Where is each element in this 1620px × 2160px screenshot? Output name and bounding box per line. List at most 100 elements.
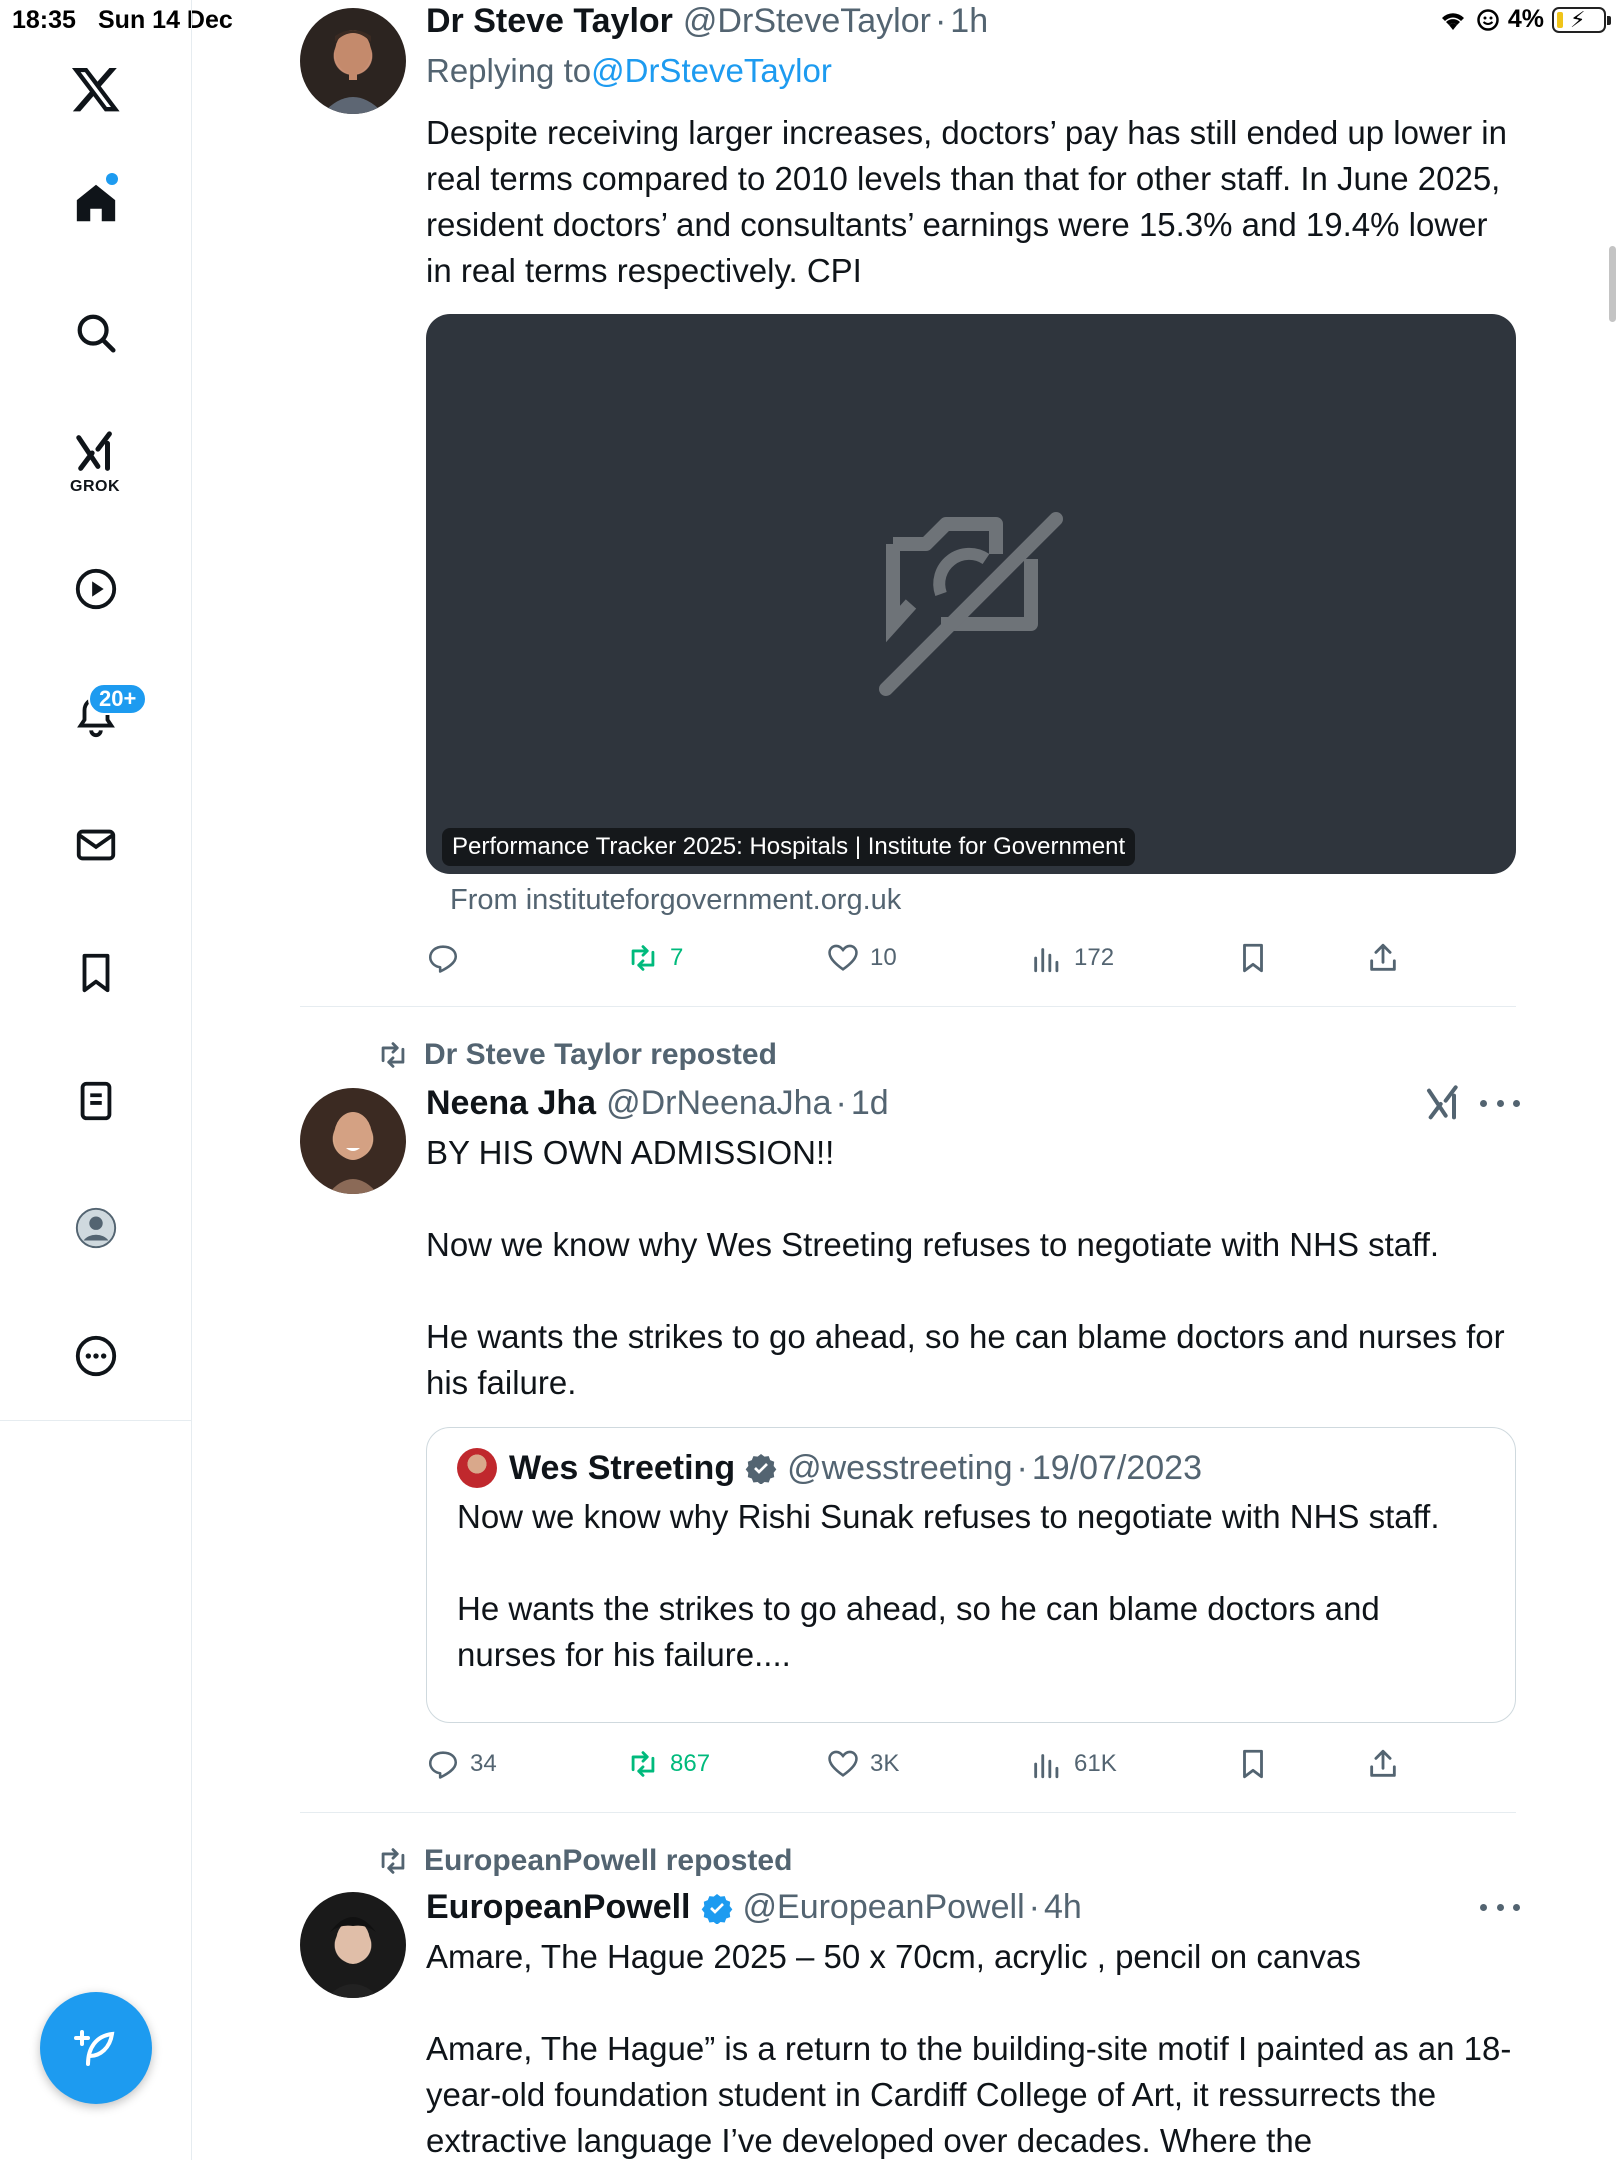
scroll-indicator[interactable] <box>1609 246 1616 322</box>
post-header: Dr Steve Taylor @DrSteveTaylor · 1h <box>426 2 988 41</box>
link-card[interactable]: Performance Tracker 2025: Hospitals | In… <box>426 314 1516 874</box>
reposted-by[interactable]: Dr Steve Taylor reposted <box>424 1038 777 1072</box>
link-source[interactable]: From instituteforgovernment.org.uk <box>450 884 901 917</box>
repost-icon <box>631 1751 655 1777</box>
post-paragraph: Now we know why Wes Streeting refuses to… <box>426 1226 1440 1263</box>
like-button[interactable]: 10 <box>826 936 897 980</box>
replying-to-link[interactable]: @DrSteveTaylor <box>591 52 832 90</box>
quote-handle[interactable]: @wesstreeting <box>787 1449 1012 1488</box>
battery-icon: ⚡ <box>1552 6 1611 33</box>
views-chart-icon <box>1034 948 1059 973</box>
reposted-by[interactable]: EuropeanPowell reposted <box>424 1844 792 1878</box>
quote-paragraph: Now we know why Rishi Sunak refuses to n… <box>457 1498 1440 1535</box>
post-paragraph: Amare, The Hague 2025 – 50 x 70cm, acryl… <box>426 1938 1361 1975</box>
author-handle[interactable]: @DrSteveTaylor <box>683 2 931 41</box>
reply-icon <box>428 945 458 973</box>
dot-separator: · <box>835 1084 847 1122</box>
post-paragraph: Amare, The Hague” is a return to the bui… <box>426 2030 1512 2159</box>
repost-indicator: EuropeanPowell reposted <box>376 1844 792 1878</box>
post-header: EuropeanPowell @EuropeanPowell · 4h <box>426 1888 1082 1927</box>
author-handle[interactable]: @EuropeanPowell <box>743 1888 1025 1927</box>
replying-to: Replying to @DrSteveTaylor <box>426 52 832 90</box>
repost-small-icon <box>381 1848 405 1874</box>
view-count: 172 <box>1074 944 1115 971</box>
post-text: Amare, The Hague 2025 – 50 x 70cm, acryl… <box>426 1934 1516 2160</box>
more-options-icon[interactable] <box>63 1323 129 1389</box>
post-paragraph: He wants the strikes to go ahead, so he … <box>426 1318 1505 1401</box>
avatar[interactable] <box>300 1892 406 1998</box>
notifications-badge: 20+ <box>88 683 148 715</box>
compose-feather-icon <box>74 2030 115 2066</box>
reply-icon <box>428 1751 458 1779</box>
reply-button[interactable] <box>426 936 470 980</box>
repost-count: 7 <box>670 944 684 971</box>
share-button[interactable] <box>1366 1742 1400 1786</box>
image-unavailable-icon <box>879 512 1063 696</box>
home-icon[interactable] <box>63 170 129 236</box>
author-name[interactable]: Dr Steve Taylor <box>426 2 673 41</box>
repost-icon <box>631 945 655 971</box>
link-card-title: Performance Tracker 2025: Hospitals | In… <box>442 828 1136 866</box>
repost-button[interactable]: 7 <box>626 936 683 980</box>
replying-prefix: Replying to <box>426 52 592 89</box>
post-actions: 7 10 172 <box>426 936 1516 980</box>
bookmark-button[interactable] <box>1236 936 1270 980</box>
bookmark-button[interactable] <box>1236 1742 1270 1786</box>
quote-time[interactable]: 19/07/2023 <box>1032 1449 1202 1488</box>
views-button[interactable]: 172 <box>1030 936 1114 980</box>
search-icon[interactable] <box>63 300 129 366</box>
dot-separator: · <box>934 2 947 40</box>
compose-post-button[interactable] <box>40 1992 152 2104</box>
like-count: 10 <box>870 944 897 971</box>
reply-count: 34 <box>470 1750 497 1777</box>
quote-text: Now we know why Rishi Sunak refuses to n… <box>457 1494 1487 1678</box>
grok-label: GROK <box>70 478 120 495</box>
post-time[interactable]: 1d <box>851 1084 889 1123</box>
post-time[interactable]: 1h <box>950 2 988 41</box>
post-text: BY HIS OWN ADMISSION!! Now we know why W… <box>426 1130 1516 1406</box>
like-button[interactable]: 3K <box>826 1742 899 1786</box>
author-handle[interactable]: @DrNeenaJha <box>606 1084 831 1123</box>
quoted-post[interactable]: Wes Streeting @wesstreeting · 19/07/2023… <box>426 1427 1516 1723</box>
reply-button[interactable]: 34 <box>426 1742 497 1786</box>
messages-envelope-icon[interactable] <box>63 812 129 878</box>
sidebar: GROK 20+ <box>0 0 192 2160</box>
wifi-icon <box>1441 12 1464 30</box>
status-right: 4% ⚡ <box>1438 5 1611 34</box>
views-button[interactable]: 61K <box>1030 1742 1117 1786</box>
quote-avatar[interactable] <box>457 1448 497 1488</box>
verified-badge-icon <box>701 1892 733 1924</box>
share-icon <box>1370 943 1396 971</box>
post-time[interactable]: 4h <box>1044 1888 1082 1927</box>
x-logo-icon[interactable] <box>63 56 129 122</box>
video-play-icon[interactable] <box>63 556 129 622</box>
post-paragraph: BY HIS OWN ADMISSION!! <box>426 1134 835 1171</box>
bookmarks-icon[interactable] <box>63 940 129 1006</box>
share-button[interactable] <box>1366 936 1400 980</box>
avatar[interactable] <box>300 8 406 114</box>
profile-avatar-icon[interactable] <box>63 1195 129 1261</box>
grok-icon[interactable] <box>63 420 129 486</box>
post-divider <box>300 1006 1516 1007</box>
focus-mode-icon <box>1477 8 1499 31</box>
view-count: 61K <box>1074 1750 1117 1777</box>
author-name[interactable]: EuropeanPowell <box>426 1888 691 1927</box>
verified-badge-icon <box>745 1452 777 1484</box>
post-actions: 34 867 3K 61K <box>426 1742 1516 1786</box>
grok-explain-icon[interactable] <box>1424 1084 1464 1124</box>
views-chart-icon <box>1034 1754 1059 1779</box>
home-unread-dot <box>106 173 118 185</box>
repost-small-icon <box>381 1042 405 1068</box>
post-header: Neena Jha @DrNeenaJha · 1d <box>426 1084 889 1123</box>
lists-icon[interactable] <box>63 1068 129 1134</box>
author-name[interactable]: Neena Jha <box>426 1084 596 1123</box>
more-options-icon[interactable] <box>1480 1093 1520 1113</box>
avatar[interactable] <box>300 1088 406 1194</box>
quote-header: Wes Streeting @wesstreeting · 19/07/2023 <box>457 1448 1202 1488</box>
repost-indicator: Dr Steve Taylor reposted <box>376 1038 777 1072</box>
repost-button[interactable]: 867 <box>626 1742 710 1786</box>
share-icon <box>1370 1749 1396 1777</box>
bookmark-icon <box>1243 1749 1263 1779</box>
more-options-icon[interactable] <box>1480 1897 1520 1917</box>
quote-author-name[interactable]: Wes Streeting <box>509 1449 735 1488</box>
